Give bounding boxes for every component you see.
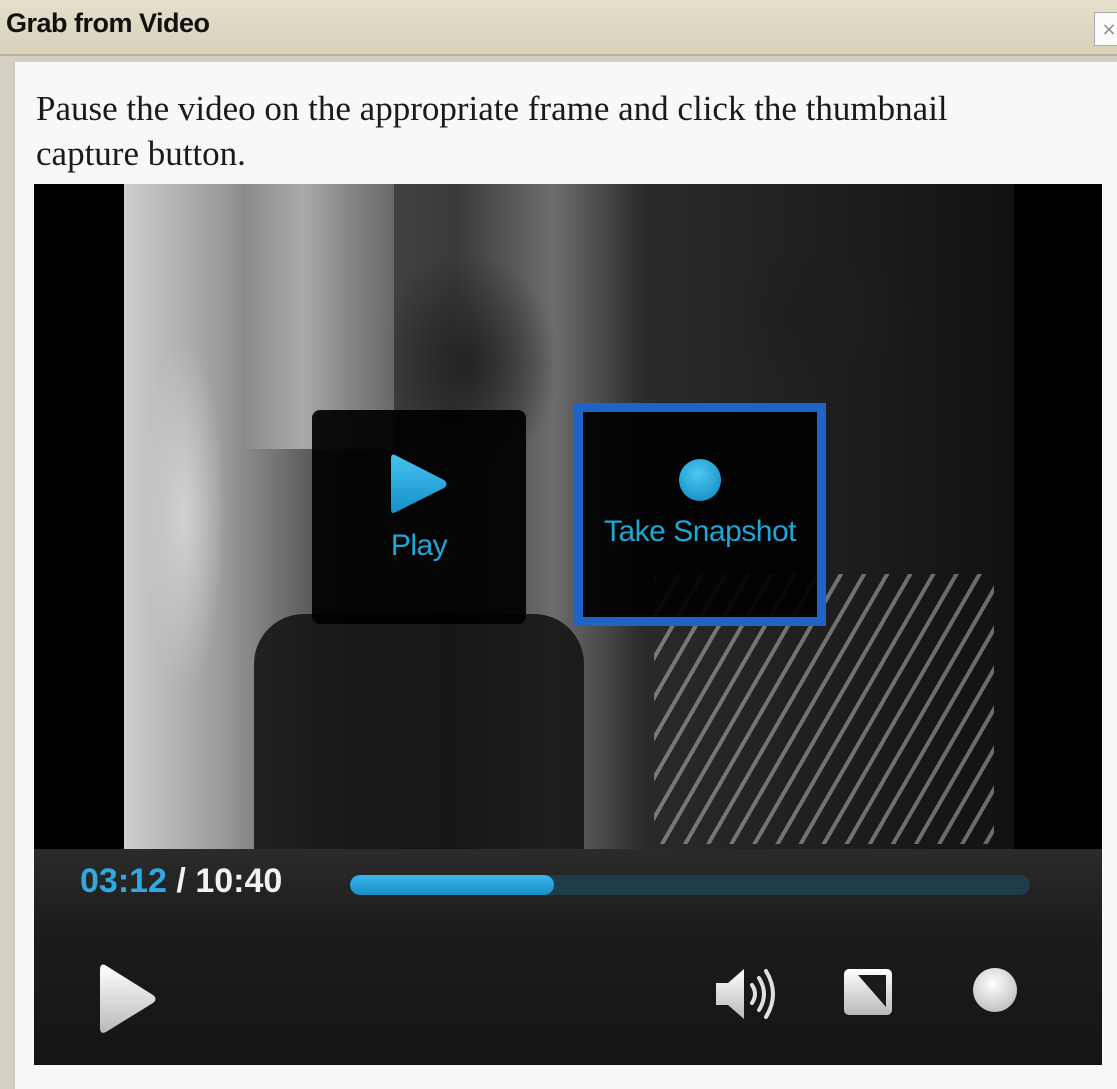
play-button[interactable] [98, 961, 158, 1042]
close-button[interactable]: × [1094, 12, 1117, 46]
take-snapshot-button[interactable]: Take Snapshot [574, 403, 826, 626]
progress-bar[interactable] [350, 875, 1030, 895]
current-time: 03:12 [80, 862, 167, 900]
progress-fill [350, 875, 554, 895]
video-frame[interactable] [124, 184, 1014, 849]
fullscreen-icon [844, 969, 892, 1015]
instruction-text: Pause the video on the appropriate frame… [36, 89, 948, 173]
close-icon: × [1101, 18, 1117, 40]
time-separator: / [166, 862, 196, 900]
time-display: 03:12 / 10:40 [80, 862, 282, 901]
snapshot-icon [973, 968, 1017, 1012]
play-overlay-label: Play [390, 529, 448, 562]
snapshot-button[interactable] [970, 965, 1020, 1020]
duration: 10:40 [195, 862, 283, 900]
play-overlay-button[interactable]: Play [312, 410, 526, 624]
volume-icon [716, 969, 775, 1019]
video-player[interactable]: Play Take Snapshot 03:12 / 10:40 [34, 184, 1102, 1065]
video-scene-figure [254, 614, 584, 849]
fullscreen-button[interactable] [842, 967, 894, 1022]
play-icon [391, 454, 447, 513]
dialog-title: Grab from Video [6, 8, 210, 38]
take-snapshot-label: Take Snapshot [604, 515, 796, 548]
video-control-bar: 03:12 / 10:40 [34, 849, 1102, 1065]
dialog-title-bar: Grab from Video × [0, 0, 1117, 56]
record-dot-icon [679, 459, 721, 501]
play-icon [100, 964, 156, 1033]
volume-button[interactable] [712, 961, 778, 1032]
